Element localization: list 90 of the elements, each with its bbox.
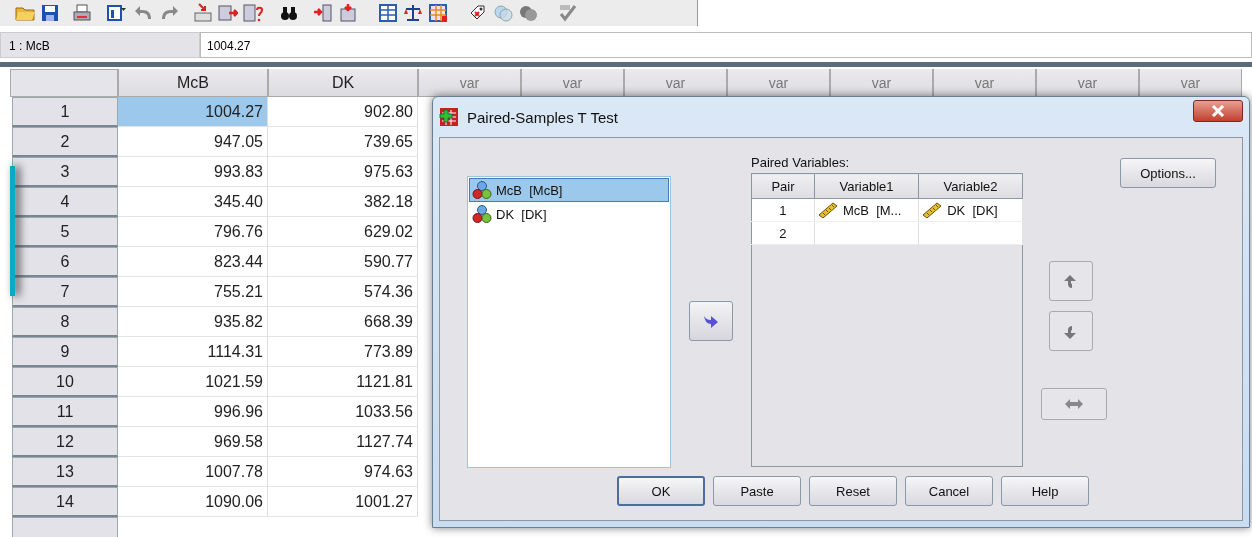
printer-icon[interactable] xyxy=(72,3,92,23)
row-header[interactable]: 7 xyxy=(12,277,118,307)
insert-variable-icon[interactable] xyxy=(338,3,358,23)
table-cell[interactable]: 947.05 xyxy=(118,127,268,157)
table-cell[interactable]: 1121.81 xyxy=(268,367,418,397)
dialog-button[interactable]: OK xyxy=(617,476,705,506)
row-header[interactable]: 3 xyxy=(12,157,118,187)
close-icon xyxy=(1211,105,1225,117)
circles-icon[interactable] xyxy=(518,3,538,23)
variable-icon xyxy=(472,204,492,224)
column-header[interactable]: Variable1 xyxy=(814,173,919,199)
column-header[interactable]: var xyxy=(830,69,933,97)
dialog-button[interactable]: Paste xyxy=(713,476,801,506)
row-header[interactable]: 5 xyxy=(12,217,118,247)
column-header[interactable]: var xyxy=(1036,69,1139,97)
dialog-app-icon xyxy=(439,107,459,127)
table-cell[interactable]: 668.39 xyxy=(268,307,418,337)
dialog-button[interactable]: Reset xyxy=(809,476,897,506)
row-header[interactable]: 9 xyxy=(12,337,118,367)
table-cell[interactable]: 1004.27 xyxy=(118,97,268,127)
table-cell[interactable]: 629.02 xyxy=(268,217,418,247)
column-header[interactable]: McB xyxy=(118,69,268,97)
table-cell[interactable]: 1033.56 xyxy=(268,397,418,427)
go-to-variable-icon[interactable] xyxy=(218,3,238,23)
dialog-button[interactable]: Help xyxy=(1001,476,1089,506)
insert-case-icon[interactable] xyxy=(313,3,333,23)
variables-icon[interactable] xyxy=(243,3,263,23)
table-cell[interactable]: 2 xyxy=(751,221,815,245)
table-cell[interactable]: 1021.59 xyxy=(118,367,268,397)
table-cell[interactable]: 345.40 xyxy=(118,187,268,217)
go-to-case-icon[interactable] xyxy=(193,3,213,23)
column-header[interactable]: var xyxy=(727,69,830,97)
table-cell[interactable]: 996.96 xyxy=(118,397,268,427)
ruler-icon xyxy=(816,202,839,218)
table-cell[interactable]: 823.44 xyxy=(118,247,268,277)
row-header[interactable]: 10 xyxy=(12,367,118,397)
column-header[interactable]: var xyxy=(521,69,624,97)
spell-check-icon[interactable] xyxy=(558,3,578,23)
save-icon[interactable] xyxy=(40,3,60,23)
split-file-icon[interactable] xyxy=(378,3,398,23)
table-cell[interactable]: 1007.78 xyxy=(118,457,268,487)
table-cell[interactable]: 739.65 xyxy=(268,127,418,157)
paired-variables-label: Paired Variables: xyxy=(751,155,851,172)
ruler-icon xyxy=(921,202,944,218)
column-header[interactable]: Variable2 xyxy=(918,173,1023,199)
options-button[interactable]: Options... xyxy=(1120,158,1216,188)
variable-list-item[interactable]: McB [McB] xyxy=(469,178,669,202)
select-cases-icon[interactable] xyxy=(428,3,448,23)
row-header[interactable]: 13 xyxy=(12,457,118,487)
column-header[interactable]: DK xyxy=(268,69,418,97)
row-header[interactable]: 4 xyxy=(12,187,118,217)
table-cell[interactable]: 969.58 xyxy=(118,427,268,457)
table-cell[interactable]: 902.80 xyxy=(268,97,418,127)
table-cell[interactable]: 1090.06 xyxy=(118,487,268,517)
table-cell[interactable]: 590.77 xyxy=(268,247,418,277)
column-header[interactable]: var xyxy=(624,69,727,97)
cell-reference: 1 : McB xyxy=(0,32,200,58)
table-cell[interactable]: 1127.74 xyxy=(268,427,418,457)
row-header[interactable]: 14 xyxy=(12,487,118,517)
table-cell[interactable]: 574.36 xyxy=(268,277,418,307)
dialog-button[interactable]: Cancel xyxy=(905,476,993,506)
table-cell[interactable]: 975.63 xyxy=(268,157,418,187)
variable-icon xyxy=(472,180,492,200)
row-header[interactable]: 8 xyxy=(12,307,118,337)
table-cell[interactable]: 935.82 xyxy=(118,307,268,337)
dialog-title: Paired-Samples T Test xyxy=(467,108,619,126)
column-header[interactable]: var xyxy=(933,69,1036,97)
table-cell[interactable]: 1001.27 xyxy=(268,487,418,517)
table-cell[interactable]: 974.63 xyxy=(268,457,418,487)
row-header[interactable]: 1 xyxy=(12,97,118,127)
row-header[interactable]: 2 xyxy=(12,127,118,157)
table-cell[interactable]: 1 xyxy=(751,198,815,222)
row-header[interactable]: 11 xyxy=(12,397,118,427)
column-header[interactable]: var xyxy=(1139,69,1242,97)
row-header[interactable]: 6 xyxy=(12,247,118,277)
scale-icon[interactable] xyxy=(403,3,423,23)
table-cell[interactable]: 382.18 xyxy=(268,187,418,217)
close-button[interactable] xyxy=(1193,100,1243,122)
table-cell[interactable]: 1114.31 xyxy=(118,337,268,367)
table-cell[interactable]: 993.83 xyxy=(118,157,268,187)
table-cell[interactable]: 755.21 xyxy=(118,277,268,307)
move-button[interactable] xyxy=(689,301,733,341)
cell-value-field[interactable]: 1004.27 xyxy=(200,32,1252,58)
column-header[interactable]: var xyxy=(418,69,521,97)
column-header[interactable]: Pair xyxy=(751,173,815,199)
table-cell[interactable]: 796.76 xyxy=(118,217,268,247)
row-header[interactable]: 12 xyxy=(12,427,118,457)
dialog-recall-icon[interactable] xyxy=(106,3,126,23)
variable-list-item[interactable]: DK [DK] xyxy=(469,202,669,226)
table-cell[interactable]: 773.89 xyxy=(268,337,418,367)
